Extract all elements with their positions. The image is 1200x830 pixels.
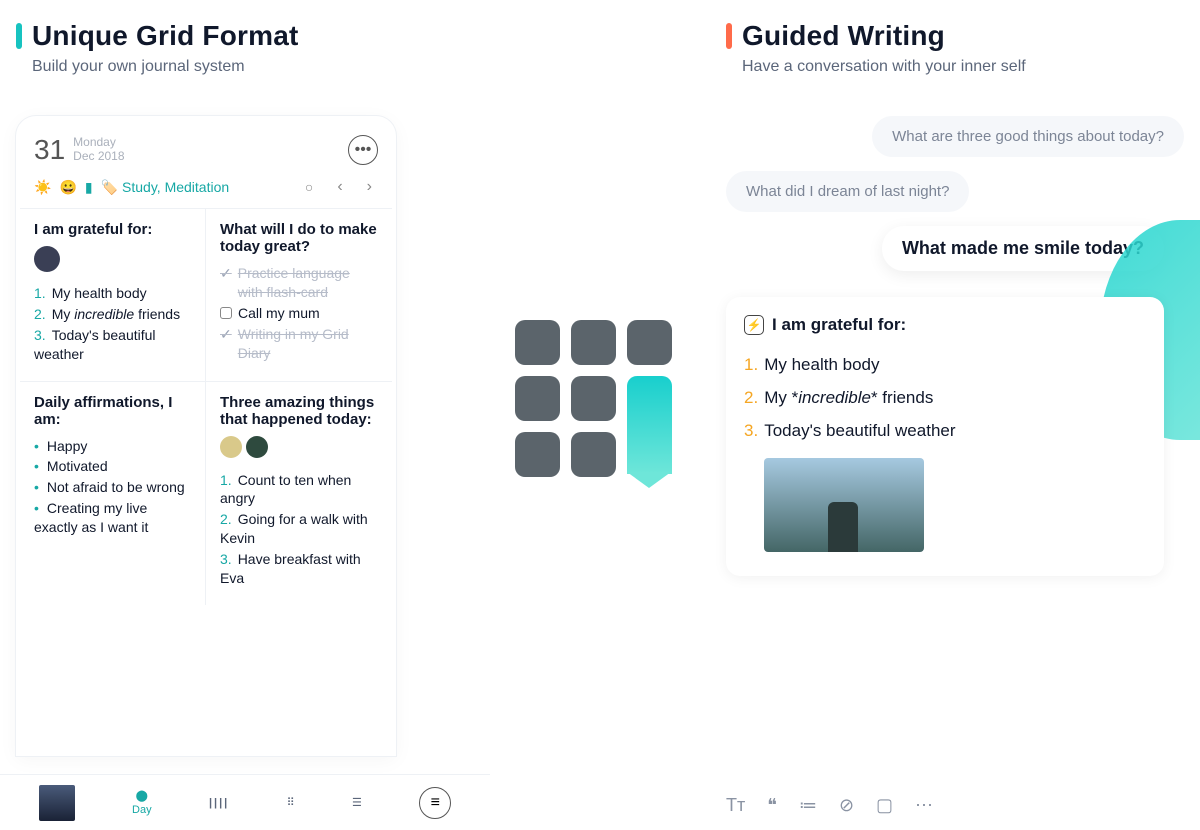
checkbox-icon bbox=[220, 307, 232, 319]
attachment-icon bbox=[220, 436, 242, 458]
list-item: Have breakfast with Eva bbox=[220, 549, 378, 589]
reply-title: I am grateful for: bbox=[772, 315, 906, 335]
subtitle-grid: Build your own journal system bbox=[32, 58, 474, 76]
tag-chip[interactable]: 🏷️ Study, Meditation bbox=[101, 179, 230, 196]
quote-button[interactable]: ❝ bbox=[767, 795, 777, 816]
todo-item[interactable]: Call my mum bbox=[220, 303, 378, 324]
list-item: My health body bbox=[34, 283, 191, 304]
check-icon: ✓ bbox=[220, 325, 232, 363]
list-item: Happy bbox=[34, 436, 191, 457]
tag-icon: 🏷️ bbox=[101, 179, 118, 196]
cell-grateful[interactable]: I am grateful for: My health body My inc… bbox=[20, 208, 206, 381]
list-item: My health body bbox=[744, 349, 1146, 382]
subtitle-guided: Have a conversation with your inner self bbox=[742, 58, 1184, 76]
heading-grid: Unique Grid Format bbox=[32, 20, 299, 52]
date-month-year: Dec 2018 bbox=[73, 150, 124, 164]
phone-mock-grid: 31 Monday Dec 2018 ••• ☀️ 😀 ▮ 🏷️ Study, … bbox=[16, 116, 396, 756]
bolt-icon: ⚡ bbox=[744, 315, 764, 335]
list-button[interactable]: ≔ bbox=[799, 795, 817, 816]
check-icon: ✓ bbox=[220, 264, 232, 302]
list-item: Motivated bbox=[34, 456, 191, 477]
todo-item[interactable]: ✓Practice language with flash-card bbox=[220, 263, 378, 303]
cell-grateful-title: I am grateful for: bbox=[34, 221, 191, 238]
list-item: My incredible friends bbox=[34, 304, 191, 325]
tag-label: Study, Meditation bbox=[122, 179, 229, 195]
sync-icon[interactable]: ○ bbox=[299, 179, 319, 195]
date-day: 31 bbox=[34, 134, 65, 166]
list-item: Creating my live exactly as I want it bbox=[34, 498, 191, 538]
next-day-button[interactable]: › bbox=[361, 178, 378, 196]
prompt-bubble[interactable]: What did I dream of last night? bbox=[726, 171, 969, 212]
reply-card[interactable]: ⚡ I am grateful for: My health body My *… bbox=[726, 297, 1164, 576]
avatar-icon bbox=[34, 246, 60, 272]
list-item: Today's beautiful weather bbox=[34, 325, 191, 365]
cell-today-great[interactable]: What will I do to make today great? ✓Pra… bbox=[206, 208, 392, 381]
cell-affirmations[interactable]: Daily affirmations, I am: Happy Motivate… bbox=[20, 381, 206, 605]
list-item: Today's beautiful weather bbox=[744, 415, 1146, 448]
list-item: Going for a walk with Kevin bbox=[220, 509, 378, 549]
more-button[interactable]: ⋯ bbox=[915, 795, 933, 816]
prev-day-button[interactable]: ‹ bbox=[331, 178, 348, 196]
bookmark-icon: ▮ bbox=[85, 179, 93, 196]
photo-attachment[interactable] bbox=[764, 458, 924, 552]
attachment-icon bbox=[246, 436, 268, 458]
list-item: My *incredible* friends bbox=[744, 382, 1146, 415]
prompt-bubble[interactable]: What are three good things about today? bbox=[872, 116, 1184, 157]
date-weekday: Monday bbox=[73, 136, 124, 150]
accent-bar-teal bbox=[16, 23, 22, 49]
heading-guided: Guided Writing bbox=[742, 20, 945, 52]
panel-grid-format: Unique Grid Format Build your own journa… bbox=[0, 0, 490, 830]
more-button[interactable]: ••• bbox=[348, 135, 378, 165]
todo-item[interactable]: ✓Writing in my Grid Diary bbox=[220, 324, 378, 364]
accent-bar-orange bbox=[726, 23, 732, 49]
list-item: Not afraid to be wrong bbox=[34, 477, 191, 498]
editor-toolbar: Tт ❝ ≔ ⊘ ▢ ⋯ bbox=[726, 795, 1184, 816]
text-style-button[interactable]: Tт bbox=[726, 795, 745, 816]
weather-icon: ☀️ bbox=[34, 179, 51, 196]
cell-amazing-title: Three amazing things that happened today… bbox=[220, 394, 378, 428]
cell-today-title: What will I do to make today great? bbox=[220, 221, 378, 255]
cell-affirm-title: Daily affirmations, I am: bbox=[34, 394, 191, 428]
panel-guided-writing: Guided Writing Have a conversation with … bbox=[710, 0, 1200, 830]
check-button[interactable]: ⊘ bbox=[839, 795, 854, 816]
image-button[interactable]: ▢ bbox=[876, 795, 893, 816]
list-item: Count to ten when angry bbox=[220, 470, 378, 510]
cell-amazing[interactable]: Three amazing things that happened today… bbox=[206, 381, 392, 605]
mood-icon: 😀 bbox=[59, 179, 76, 196]
app-logo bbox=[490, 0, 710, 830]
